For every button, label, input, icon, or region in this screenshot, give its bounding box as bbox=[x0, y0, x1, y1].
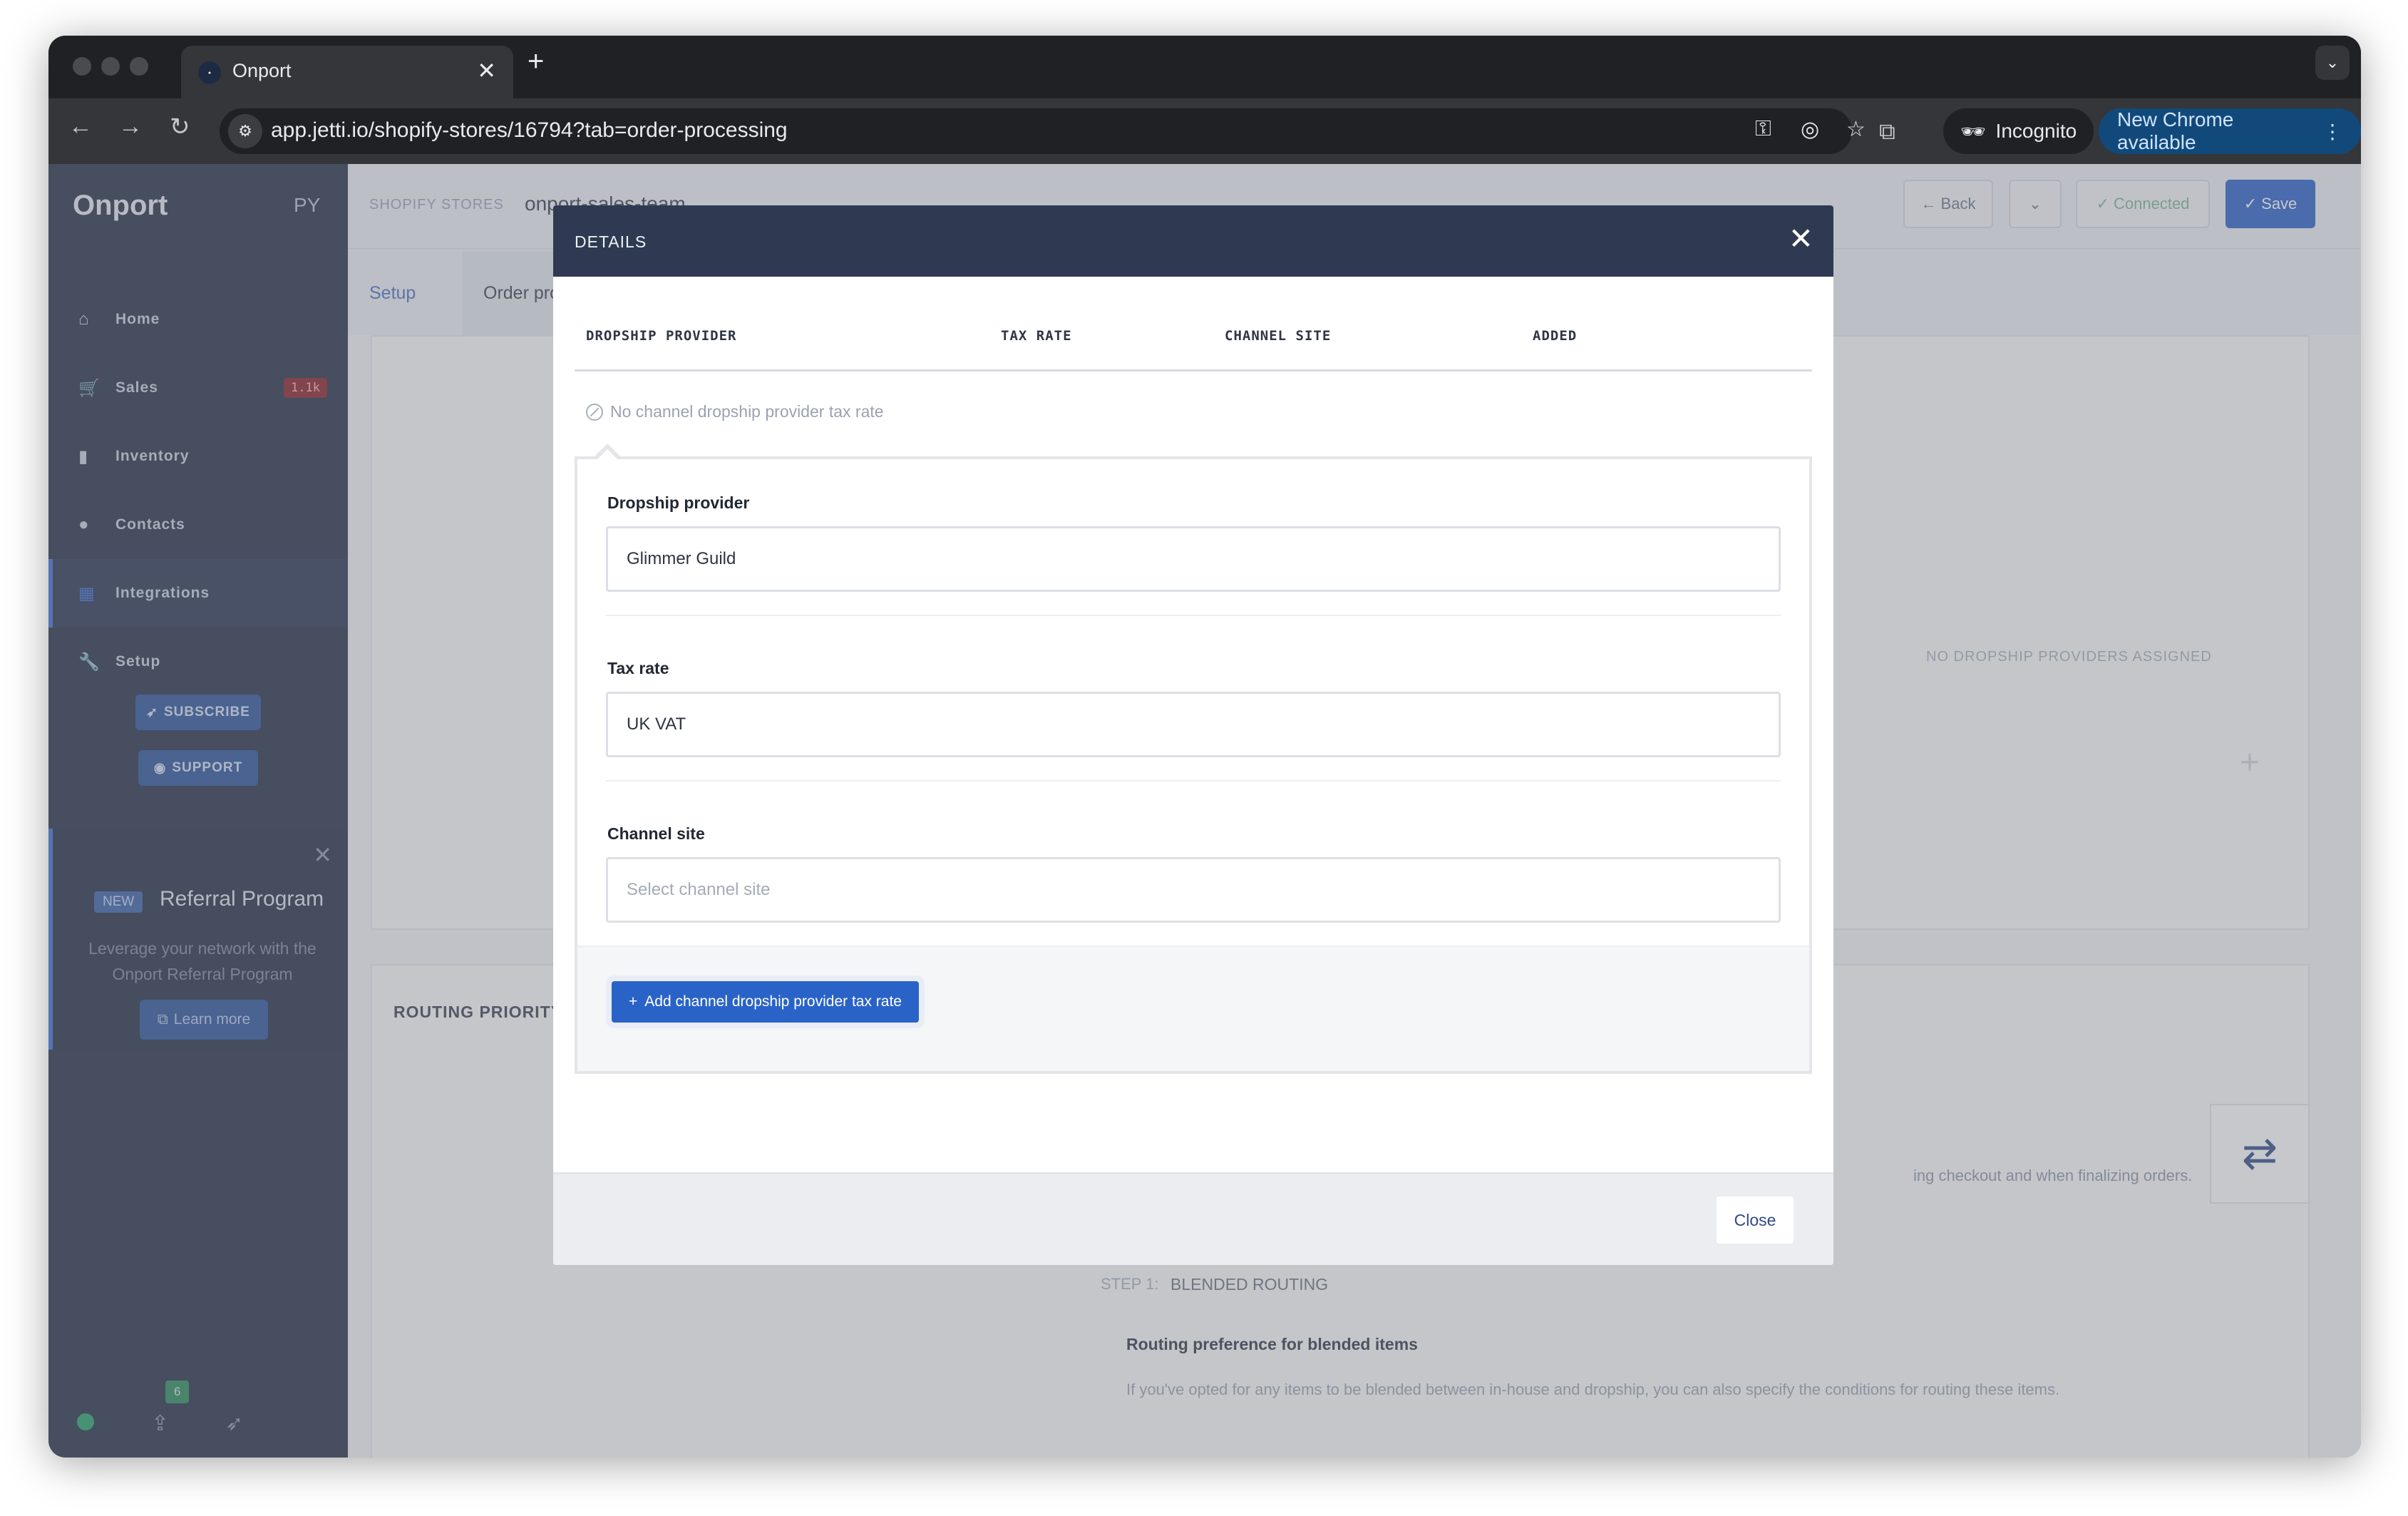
table-divider bbox=[575, 369, 1812, 372]
minimize-window-button[interactable] bbox=[101, 57, 120, 76]
channel-site-placeholder: Select channel site bbox=[627, 880, 771, 899]
empty-state: No channel dropship provider tax rate bbox=[586, 402, 884, 421]
form-footer: + Add channel dropship provider tax rate bbox=[577, 946, 1809, 1071]
onport-favicon-icon: ● bbox=[198, 61, 221, 84]
column-header-tax-rate[interactable]: TAX RATE bbox=[1001, 328, 1072, 344]
plus-icon: + bbox=[629, 993, 638, 1010]
tab-title: Onport bbox=[232, 60, 292, 81]
browser-toolbar: ← → ↻ ⚙ app.jetti.io/shopify-stores/1679… bbox=[48, 98, 2361, 164]
incognito-label: Incognito bbox=[1995, 120, 2077, 142]
tax-rate-label: Tax rate bbox=[607, 659, 669, 677]
incognito-indicator[interactable]: 🕶 Incognito bbox=[1943, 108, 2094, 154]
empty-text: No channel dropship provider tax rate bbox=[610, 402, 884, 421]
reload-icon[interactable]: ↻ bbox=[170, 113, 190, 141]
key-icon[interactable]: ⚿ bbox=[1755, 117, 1771, 141]
add-button-label: Add channel dropship provider tax rate bbox=[644, 993, 902, 1010]
back-arrow-icon[interactable]: ← bbox=[68, 113, 93, 140]
modal-footer: Close bbox=[553, 1172, 1833, 1265]
extensions-icon[interactable]: ⧉ bbox=[1879, 118, 1895, 145]
new-chrome-button[interactable]: New Chrome available ⋮ bbox=[2099, 108, 2361, 154]
close-icon[interactable]: ✕ bbox=[1789, 224, 1813, 254]
site-settings-icon[interactable]: ⚙ bbox=[228, 114, 262, 148]
forward-arrow-icon[interactable]: → bbox=[118, 113, 143, 140]
empty-icon bbox=[586, 403, 603, 421]
field-divider bbox=[606, 615, 1781, 616]
tax-rate-select[interactable]: UK VAT bbox=[606, 692, 1781, 757]
column-header-dropship-provider[interactable]: DROPSHIP PROVIDER bbox=[586, 328, 736, 344]
form-caret-inner bbox=[596, 449, 619, 461]
star-icon[interactable]: ☆ bbox=[1846, 117, 1866, 142]
new-chrome-label: New Chrome available bbox=[2117, 108, 2234, 153]
dropship-provider-value: Glimmer Guild bbox=[627, 549, 736, 568]
tax-rate-value: UK VAT bbox=[627, 715, 686, 734]
dropship-provider-label: Dropship provider bbox=[607, 493, 750, 512]
modal-header: DETAILS ✕ bbox=[553, 205, 1833, 277]
maximize-window-button[interactable] bbox=[130, 57, 148, 76]
eye-off-icon[interactable]: ◎ bbox=[1801, 117, 1819, 142]
address-bar[interactable]: ⚙ app.jetti.io/shopify-stores/16794?tab=… bbox=[220, 108, 1866, 154]
close-button[interactable]: Close bbox=[1717, 1197, 1794, 1244]
close-label: Close bbox=[1734, 1210, 1776, 1229]
column-header-added[interactable]: ADDED bbox=[1533, 328, 1577, 344]
browser-window: ● Onport ✕ + ⌄ ← → ↻ ⚙ app.jetti.io/shop… bbox=[48, 36, 2361, 1458]
channel-site-select[interactable]: Select channel site bbox=[606, 857, 1781, 923]
tab-strip: ● Onport ✕ + ⌄ bbox=[48, 36, 2361, 98]
add-tax-rate-button[interactable]: + Add channel dropship provider tax rate bbox=[612, 981, 919, 1023]
channel-site-label: Channel site bbox=[607, 824, 705, 843]
new-tab-button[interactable]: + bbox=[528, 46, 544, 78]
details-modal: DETAILS ✕ DROPSHIP PROVIDER TAX RATE CHA… bbox=[553, 205, 1833, 1265]
add-form: Dropship provider Glimmer Guild Tax rate… bbox=[575, 449, 1812, 1074]
dropship-provider-select[interactable]: Glimmer Guild bbox=[606, 526, 1781, 592]
field-divider bbox=[606, 780, 1781, 782]
tab-search-chevron-icon[interactable]: ⌄ bbox=[2315, 46, 2350, 80]
menu-dots-icon[interactable]: ⋮ bbox=[2322, 120, 2342, 143]
url-text[interactable]: app.jetti.io/shopify-stores/16794?tab=or… bbox=[271, 118, 788, 143]
incognito-icon: 🕶 bbox=[1960, 120, 1986, 143]
browser-tab[interactable]: ● Onport ✕ bbox=[181, 46, 513, 98]
column-header-channel-site[interactable]: CHANNEL SITE bbox=[1225, 328, 1331, 344]
close-window-button[interactable] bbox=[73, 57, 91, 76]
tab-close-icon[interactable]: ✕ bbox=[477, 57, 496, 84]
modal-title: DETAILS bbox=[575, 232, 647, 251]
